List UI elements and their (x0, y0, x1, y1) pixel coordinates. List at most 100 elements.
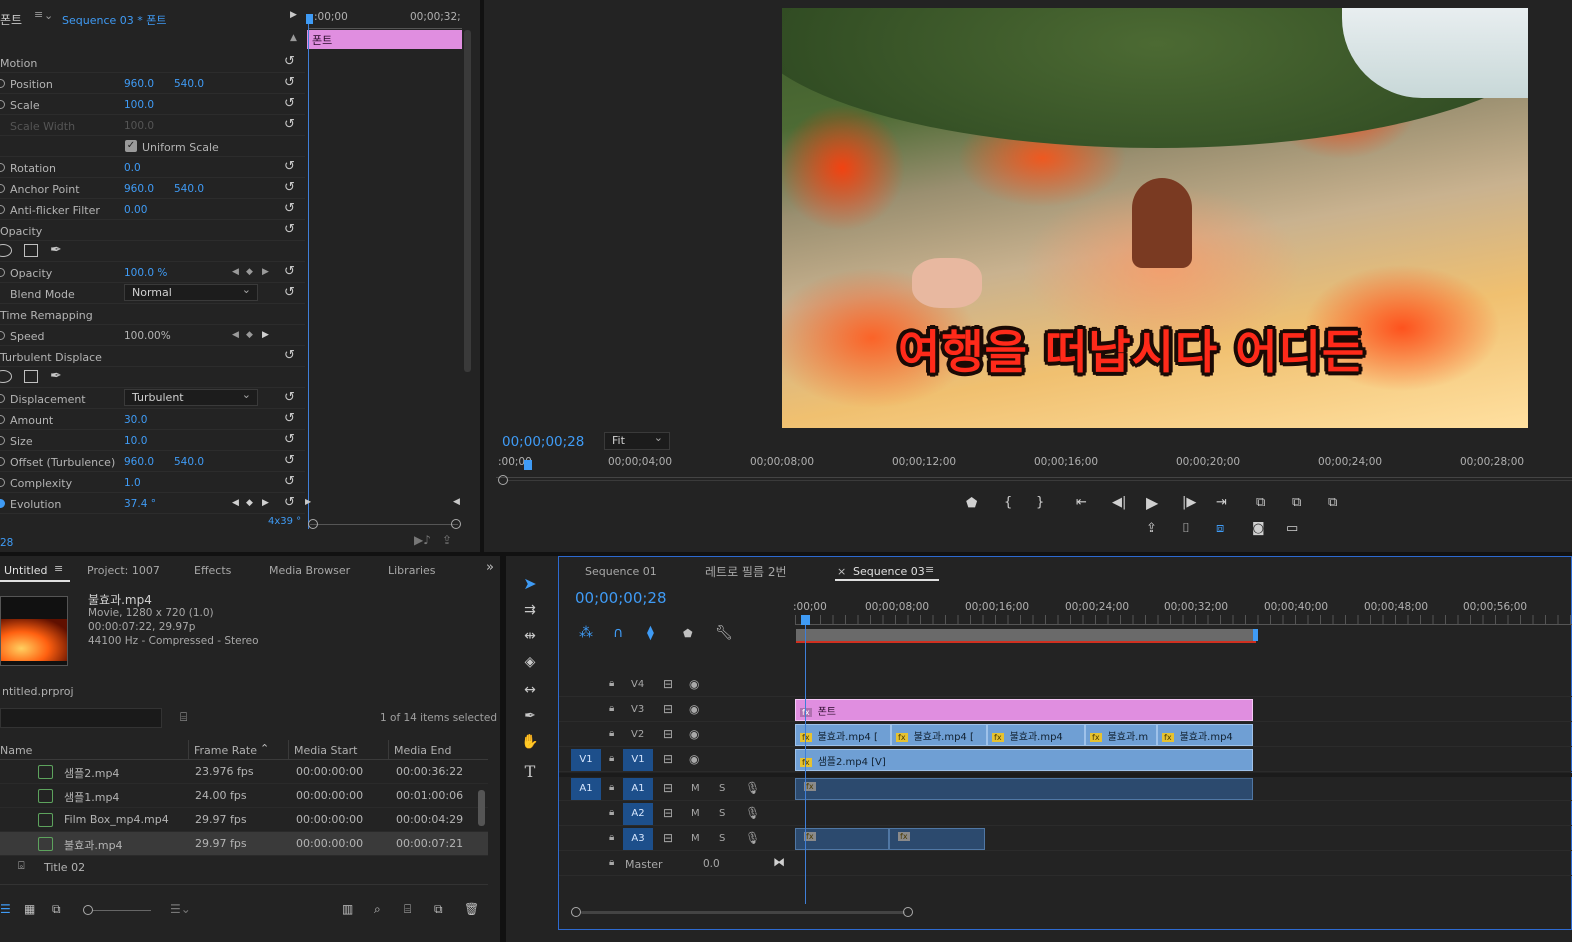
tab-effects[interactable]: Effects (194, 564, 231, 577)
export-frame-icon[interactable]: ⇪ (442, 533, 452, 547)
zoom-handle-left[interactable] (571, 907, 581, 917)
anchor-y[interactable]: 540.0 (174, 183, 204, 195)
new-bin-search-icon[interactable]: ⌸ (180, 710, 187, 725)
step-forward-icon[interactable]: |▶ (1182, 495, 1196, 510)
reset-icon[interactable]: ↺ (284, 54, 295, 69)
prev-keyframe-icon[interactable]: ◀ (232, 267, 239, 277)
project-scrollbar[interactable] (478, 790, 485, 826)
reset-icon[interactable]: ↺ (284, 453, 295, 468)
timeline-playhead-handle[interactable] (801, 615, 810, 625)
tab-sequence-03[interactable]: Sequence 03 (853, 565, 925, 578)
new-bin-icon[interactable]: ⌸ (404, 902, 411, 917)
clip-fire-1[interactable]: fx불효과.mp4 [ (795, 724, 891, 746)
scale-value[interactable]: 100.0 (124, 99, 154, 111)
sync-lock-icon[interactable]: ⊟ (663, 781, 673, 795)
mute-button[interactable]: M (691, 808, 700, 819)
extract-icon[interactable]: ⧉ (1292, 495, 1301, 510)
sync-lock-icon[interactable]: ⊟ (663, 677, 673, 691)
zoom-handle-right[interactable] (903, 907, 913, 917)
go-to-in-icon[interactable]: ⇤ (1076, 495, 1087, 510)
stopwatch-icon[interactable] (0, 499, 5, 508)
track-target-a2[interactable]: A2 (623, 803, 653, 825)
overwrite-icon[interactable]: ⌷ (1182, 521, 1190, 536)
prev-keyframe-icon[interactable]: ◀ (232, 498, 239, 508)
col-frame-rate[interactable]: Frame Rate (194, 744, 257, 757)
lock-icon[interactable]: 🔒︎ (609, 782, 614, 793)
sync-lock-icon[interactable]: ⊟ (663, 727, 673, 741)
sort-asc-icon[interactable]: ⌃ (260, 742, 269, 755)
displacement-dropdown[interactable]: Turbulent (124, 388, 258, 406)
timeline-timecode[interactable]: 00;00;00;28 (575, 589, 667, 607)
amount-value[interactable]: 30.0 (124, 414, 147, 426)
sync-lock-icon[interactable]: ⊟ (663, 752, 673, 766)
program-timecode[interactable]: 00;00;00;28 (502, 434, 584, 450)
next-keyframe-icon[interactable]: ▶ (262, 330, 269, 340)
mute-button[interactable]: M (691, 833, 700, 844)
sort-icons-icon[interactable]: ☰⌄ (170, 902, 191, 916)
lift-icon[interactable]: ⧉ (1256, 495, 1265, 510)
add-keyframe-icon[interactable]: ◆ (246, 498, 253, 508)
linked-selection-icon[interactable]: ⧫ (647, 625, 654, 641)
tab-menu-icon[interactable]: ≡ (925, 563, 934, 576)
stopwatch-icon[interactable] (0, 163, 5, 172)
collapse-up-icon[interactable]: ▲ (290, 33, 297, 43)
rectangle-mask-icon[interactable] (24, 370, 38, 383)
time-remapping-header[interactable]: Time Remapping (0, 304, 305, 325)
col-media-end[interactable]: Media End (394, 744, 451, 757)
table-row[interactable]: 샘플2.mp4 23.976 fps 00:00:00:00 00:00:36:22 (0, 760, 488, 784)
snap-icon[interactable]: ∩ (613, 625, 623, 641)
work-area-bar[interactable] (796, 629, 1256, 641)
stopwatch-icon[interactable] (0, 205, 5, 214)
freeform-view-icon[interactable]: ⧉ (52, 902, 61, 917)
lock-icon[interactable]: 🔒︎ (609, 832, 614, 843)
sync-lock-icon[interactable]: ⊟ (663, 806, 673, 820)
track-target-a3[interactable]: A3 (623, 828, 653, 850)
program-playhead[interactable] (524, 460, 532, 470)
zoom-slider[interactable] (310, 524, 458, 525)
lock-icon[interactable]: 🔒︎ (609, 678, 614, 689)
tab-menu-icon[interactable]: ≡ (54, 562, 63, 575)
effect-controls-tab[interactable]: 폰트 (0, 11, 22, 28)
microphone-icon[interactable]: 🎙︎ (745, 781, 760, 795)
program-ruler[interactable] (496, 468, 1572, 478)
audio-clip[interactable]: fx (889, 828, 985, 850)
stopwatch-icon[interactable] (0, 436, 5, 445)
export-frame-icon[interactable]: ⧉ (1328, 495, 1337, 510)
clip-fire-5[interactable]: fx 불효과.mp4 (1157, 724, 1253, 746)
nest-toggle-icon[interactable]: ⁂ (579, 625, 593, 641)
play-audio-icon[interactable]: ▶♪ (414, 533, 431, 547)
reset-icon[interactable]: ↺ (284, 222, 295, 237)
clip-fire-3[interactable]: fx 불효과.mp4 (987, 724, 1085, 746)
pen-mask-icon[interactable]: ✒ (50, 242, 62, 258)
stopwatch-icon[interactable] (0, 415, 5, 424)
microphone-icon[interactable]: 🎙︎ (745, 831, 760, 845)
sync-lock-icon[interactable]: ⊟ (663, 702, 673, 716)
reset-icon[interactable]: ↺ (284, 159, 295, 174)
subtitle-text[interactable]: 여행을 떠납시다 어디든 (898, 316, 1365, 382)
offset-y[interactable]: 540.0 (174, 456, 204, 468)
size-value[interactable]: 10.0 (124, 435, 147, 447)
timeline-zoom-scrollbar[interactable] (581, 911, 905, 914)
list-view-icon[interactable]: ☰ (0, 902, 11, 916)
slip-tool-icon[interactable]: ↔ (520, 682, 540, 702)
video-preview[interactable]: 여행을 떠납시다 어디든 (782, 8, 1528, 428)
next-keyframe-icon[interactable]: ▶ (262, 498, 269, 508)
col-media-start[interactable]: Media Start (294, 744, 357, 757)
rotation-value[interactable]: 0.0 (124, 162, 141, 174)
ellipse-mask-icon[interactable] (0, 370, 12, 383)
reset-icon[interactable]: ↺ (284, 117, 295, 132)
fit-dropdown[interactable]: Fit (604, 431, 670, 450)
reset-icon[interactable]: ↺ (284, 348, 295, 363)
track-select-tool-icon[interactable]: ⇉ (520, 602, 540, 622)
zoom-handle-right[interactable] (451, 519, 461, 529)
clip-fire-2[interactable]: fx 불효과.mp4 [ (891, 724, 987, 746)
automate-to-sequence-icon[interactable]: ▥ (342, 902, 353, 916)
audio-clip[interactable]: fx (795, 778, 1253, 800)
comparison-view-icon[interactable]: ⧈ (1216, 521, 1224, 536)
camera-icon[interactable]: ◙ (1252, 521, 1265, 536)
timeline-ruler[interactable] (795, 615, 1572, 625)
col-name[interactable]: Name (0, 744, 32, 757)
reset-icon[interactable]: ↺ (284, 201, 295, 216)
opacity-value[interactable]: 100.0 % (124, 267, 167, 279)
prev-keyframe-icon[interactable]: ◀ (232, 330, 239, 340)
